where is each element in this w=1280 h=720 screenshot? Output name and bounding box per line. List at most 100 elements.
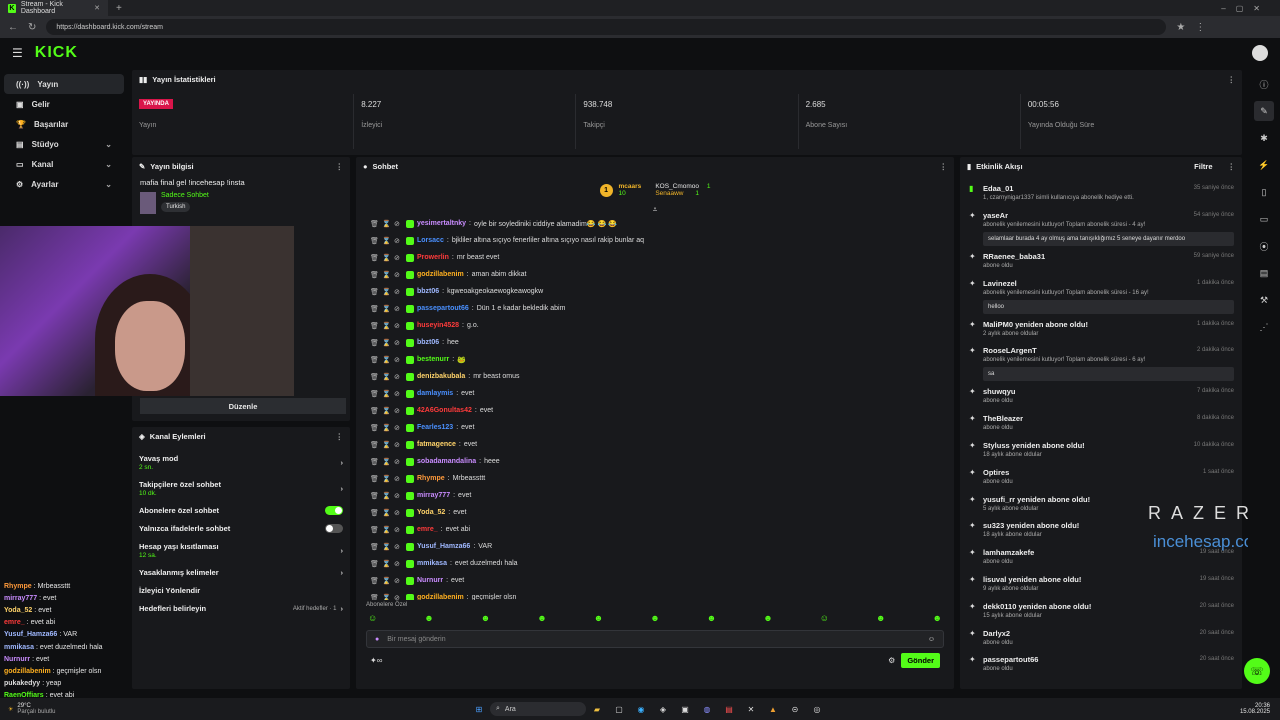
clock[interactable]: 20:36 15.08.2025 [1240,703,1280,715]
chat-username[interactable]: bbzt06 [417,288,439,295]
timeout-icon[interactable]: ⌛ [382,254,391,262]
ban-icon[interactable]: ⊘ [394,322,403,330]
chat-message[interactable]: 🗑 ⌛ ⊘ godzillabenim: aman abim dikkat [356,266,954,283]
delete-icon[interactable]: 🗑 [370,441,379,449]
chat-username[interactable]: mmikasa [417,560,447,567]
chat-message[interactable]: 🗑 ⌛ ⊘ sobadamandalina: heee [356,453,954,470]
chat-username[interactable]: yesimertaltnky [417,220,466,227]
chat-username[interactable]: Rhympe [417,475,445,482]
edge-icon[interactable]: ◉ [634,702,648,716]
ban-icon[interactable]: ⊘ [394,475,403,483]
more-icon[interactable]: ⋮ [1228,75,1236,84]
delete-icon[interactable]: 🗑 [370,577,379,585]
sub-only-toggle[interactable] [325,506,343,515]
more-icon[interactable]: ⋮ [336,432,344,441]
file-explorer-icon[interactable]: ▰ [590,702,604,716]
menu-dots-icon[interactable]: ⋮ [1195,22,1205,33]
chat-username[interactable]: sobadamandalina [417,458,476,465]
app-icon[interactable]: ⊝ [788,702,802,716]
ban-icon[interactable]: ⊘ [394,288,403,296]
goals-row[interactable]: Hedefleri belirleyin Aktif hedefler · 1 › [132,604,350,613]
delete-icon[interactable]: 🗑 [370,288,379,296]
taskbar-search[interactable]: ⌕ Ara [490,702,586,716]
app-icon[interactable]: ▣ [678,702,692,716]
bolt-icon[interactable]: ⚡ [1254,155,1274,175]
ban-icon[interactable]: ⊘ [394,458,403,466]
ban-icon[interactable]: ⊘ [394,339,403,347]
slow-mode-row[interactable]: Yavaş mod 2 sn. › [132,454,350,471]
timeout-icon[interactable]: ⌛ [382,407,391,415]
ban-icon[interactable]: ⊘ [394,560,403,568]
emote-icon[interactable]: ☻ [650,613,659,623]
sidebar-item-basarilar[interactable]: 🏆 Başarılar [4,114,124,134]
timeout-icon[interactable]: ⌛ [382,288,391,296]
sidebar-item-ayarlar[interactable]: ⚙ Ayarlar ⌄ [4,174,124,194]
layout-icon[interactable]: ▤ [1254,263,1274,283]
ban-icon[interactable]: ⊘ [394,441,403,449]
chat-username[interactable]: Lorsacc [417,237,444,244]
chat-message[interactable]: 🗑 ⌛ ⊘ Yoda_52: evet [356,504,954,521]
timeout-icon[interactable]: ⌛ [382,475,391,483]
filter-button[interactable]: Filtre [1194,162,1212,171]
delete-icon[interactable]: 🗑 [370,492,379,500]
back-icon[interactable]: ← [8,22,18,33]
chat-username[interactable]: emre_ [417,526,438,533]
settings-icon[interactable]: ✱ [1254,128,1274,148]
ban-icon[interactable]: ⊘ [394,237,403,245]
emote-icon[interactable]: ☻ [707,613,716,623]
chat-username[interactable]: bestenurr [417,356,449,363]
chat-username[interactable]: denizbakubala [417,373,465,380]
ban-icon[interactable]: ⊘ [394,407,403,415]
ban-icon[interactable]: ⊘ [394,577,403,585]
timeout-icon[interactable]: ⌛ [382,390,391,398]
sidebar-item-studyo[interactable]: ▤ Stüdyo ⌄ [4,134,124,154]
ban-icon[interactable]: ⊘ [394,509,403,517]
send-button[interactable]: Gönder [901,653,940,668]
emote-icon[interactable]: ☻ [876,613,885,623]
timeout-icon[interactable]: ⌛ [382,305,391,313]
timeout-icon[interactable]: ⌛ [382,356,391,364]
edit-button[interactable]: Düzenle [140,398,346,414]
delete-icon[interactable]: 🗑 [370,424,379,432]
chat-message[interactable]: 🗑 ⌛ ⊘ mmikasa: evet duzelmedı hala [356,555,954,572]
chat-username[interactable]: godzillabenim [417,271,464,278]
emoji-picker-icon[interactable]: ☺ [928,636,935,643]
delete-icon[interactable]: 🗑 [370,475,379,483]
app-icon[interactable]: ▢ [612,702,626,716]
raid-row[interactable]: İzleyici Yönlendir [132,586,350,595]
chat-message[interactable]: 🗑 ⌛ ⊘ passepartout66: Dün 1 e kadar bekledik… [356,300,954,317]
delete-icon[interactable]: 🗑 [370,373,379,381]
timeout-icon[interactable]: ⌛ [382,322,391,330]
chat-username[interactable]: Yoda_52 [417,509,445,516]
delete-icon[interactable]: 🗑 [370,594,379,601]
start-icon[interactable]: ⊞ [472,702,486,716]
pencil-icon[interactable]: ✎ [1254,101,1274,121]
chat-username[interactable]: huseyin4528 [417,322,459,329]
delete-icon[interactable]: 🗑 [370,543,379,551]
url-field[interactable]: https://dashboard.kick.com/stream [46,19,1167,35]
delete-icon[interactable]: 🗑 [370,322,379,330]
chat-message[interactable]: 🗑 ⌛ ⊘ Nurnurr: evet [356,572,954,589]
delete-icon[interactable]: 🗑 [370,509,379,517]
delete-icon[interactable]: 🗑 [370,560,379,568]
chat-username[interactable]: fatmagence [417,441,456,448]
emote-icon[interactable]: ☺ [368,613,377,623]
timeout-icon[interactable]: ⌛ [382,526,391,534]
timeout-icon[interactable]: ⌛ [382,237,391,245]
weather-widget[interactable]: ☀ 29°C Parçalı bulutlu [0,703,300,715]
chat-bubble-icon[interactable]: ▭ [1254,209,1274,229]
chat-username[interactable]: Yusuf_Hamza66 [417,543,470,550]
delete-icon[interactable]: 🗑 [370,339,379,347]
timeout-icon[interactable]: ⌛ [382,594,391,601]
delete-icon[interactable]: 🗑 [370,458,379,466]
ban-icon[interactable]: ⊘ [394,424,403,432]
emote-icon[interactable]: ☻ [537,613,546,623]
document-icon[interactable]: ▯ [1254,182,1274,202]
chat-message[interactable]: 🗑 ⌛ ⊘ bestenurr: 🐸 [356,351,954,368]
follower-only-row[interactable]: Takipçilere özel sohbet 10 dk. › [132,480,350,497]
timeout-icon[interactable]: ⌛ [382,271,391,279]
chat-username[interactable]: godzillabenim [417,594,464,600]
timeout-icon[interactable]: ⌛ [382,509,391,517]
emote-icon[interactable]: ☻ [594,613,603,623]
emote-icon[interactable]: ☻ [481,613,490,623]
